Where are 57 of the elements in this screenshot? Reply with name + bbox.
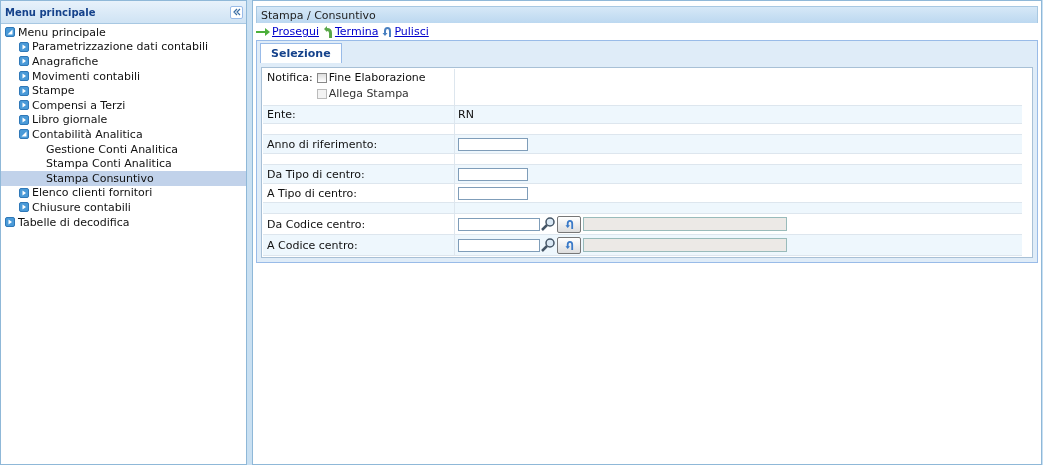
- arrow-right-icon: [256, 27, 270, 36]
- input-field[interactable]: [458, 137, 528, 151]
- expand-icon[interactable]: [19, 71, 29, 82]
- expand-icon[interactable]: [19, 85, 29, 96]
- collapse-icon[interactable]: [19, 129, 29, 140]
- input-field[interactable]: [458, 186, 528, 200]
- tab[interactable]: Selezione: [260, 43, 342, 63]
- expand-icon[interactable]: [19, 202, 29, 213]
- return-arrow-icon: [322, 25, 333, 38]
- expand-icon[interactable]: [19, 100, 29, 111]
- tree-item[interactable]: Menu principale: [1, 25, 246, 40]
- tree-item[interactable]: Anagrafiche: [1, 54, 246, 69]
- panel-title: Menu principale: [5, 6, 96, 18]
- tree-item[interactable]: Chiusure contabili: [1, 200, 246, 215]
- action-link[interactable]: Prosegui: [256, 25, 319, 38]
- input-field[interactable]: [458, 167, 528, 181]
- tree-item[interactable]: Stampa Conti Analitica: [1, 156, 246, 171]
- tree-item[interactable]: Stampa Consuntivo: [1, 170, 246, 186]
- undo-icon: [564, 219, 574, 229]
- collapse-icon[interactable]: [5, 27, 15, 38]
- expand-icon[interactable]: [5, 217, 15, 227]
- input-field[interactable]: [458, 238, 540, 252]
- tree-item[interactable]: Stampe: [1, 83, 246, 98]
- field-value: RN: [458, 108, 474, 121]
- search-icon[interactable]: [540, 237, 556, 253]
- tree-item[interactable]: Gestione Conti Analitica: [1, 141, 246, 157]
- undo-icon: [564, 240, 574, 250]
- checkbox[interactable]: [316, 72, 327, 83]
- field-label: A Codice centro:: [267, 238, 358, 252]
- field-label: Anno di riferimento:: [267, 137, 378, 151]
- tree-item[interactable]: Tabelle di decodifica: [1, 214, 246, 230]
- field-label: Notifica:: [267, 71, 313, 86]
- tree-item[interactable]: Compensi a Terzi: [1, 97, 246, 113]
- field-label: A Tipo di centro:: [267, 186, 358, 200]
- expand-icon[interactable]: [19, 187, 29, 198]
- undo-icon: [382, 26, 393, 37]
- field-label: Ente:: [267, 108, 296, 121]
- reset-button[interactable]: [557, 215, 581, 233]
- checkbox-label: Fine Elaborazione: [328, 71, 426, 84]
- action-link[interactable]: Termina: [322, 25, 379, 38]
- panel-title: Stampa / Consuntivo: [256, 6, 1038, 23]
- field-label: Da Codice centro:: [267, 217, 366, 231]
- expand-icon[interactable]: [19, 114, 29, 125]
- search-icon[interactable]: [540, 216, 556, 232]
- checkbox-label: Allega Stampa: [328, 87, 409, 100]
- tree-item[interactable]: Libro giornale: [1, 112, 246, 128]
- input-field[interactable]: [458, 217, 540, 231]
- tree-item[interactable]: Movimenti contabili: [1, 68, 246, 84]
- tree-item[interactable]: Elenco clienti fornitori: [1, 185, 246, 201]
- action-link[interactable]: Pulisci: [382, 25, 429, 38]
- reset-button[interactable]: [557, 236, 581, 254]
- tree-item[interactable]: Parametrizzazione dati contabili: [1, 39, 246, 55]
- field-label: Da Tipo di centro:: [267, 167, 365, 181]
- tree-item[interactable]: Contabilità Analitica: [1, 127, 246, 142]
- collapse-button[interactable]: [230, 5, 243, 19]
- expand-icon[interactable]: [19, 41, 29, 52]
- expand-icon[interactable]: [19, 56, 29, 67]
